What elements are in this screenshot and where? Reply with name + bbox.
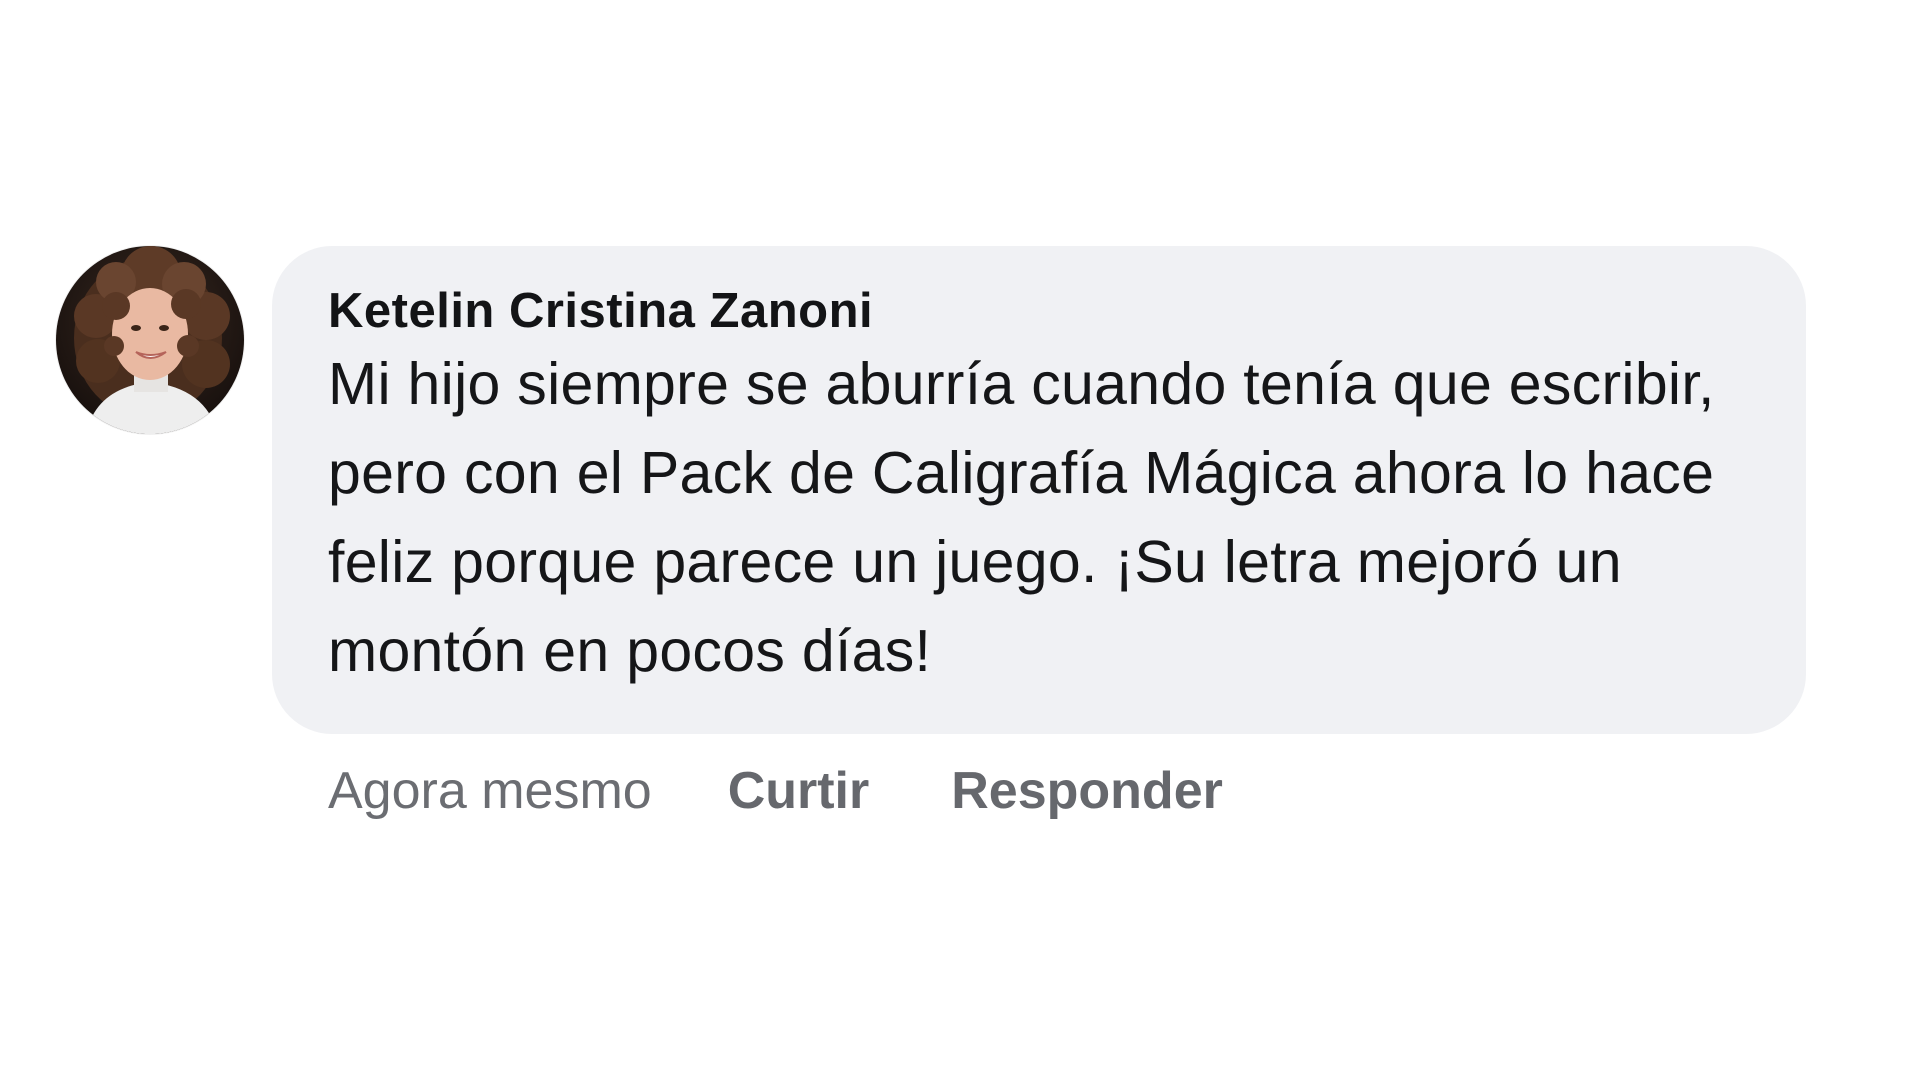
comment-bubble: Ketelin Cristina Zanoni Mi hijo siempre … — [272, 246, 1806, 734]
comment-author-name[interactable]: Ketelin Cristina Zanoni — [328, 282, 1766, 340]
comment-actions: Agora mesmo Curtir Responder — [328, 756, 1305, 826]
comment-text: Mi hijo siempre se aburría cuando tenía … — [328, 351, 1715, 684]
avatar[interactable] — [56, 246, 244, 434]
reply-button[interactable]: Responder — [951, 761, 1223, 821]
profile-photo-icon — [56, 246, 244, 434]
like-button[interactable]: Curtir — [728, 761, 870, 821]
comment-page: Ketelin Cristina Zanoni Mi hijo siempre … — [0, 0, 1920, 1080]
comment-timestamp[interactable]: Agora mesmo — [328, 761, 652, 821]
